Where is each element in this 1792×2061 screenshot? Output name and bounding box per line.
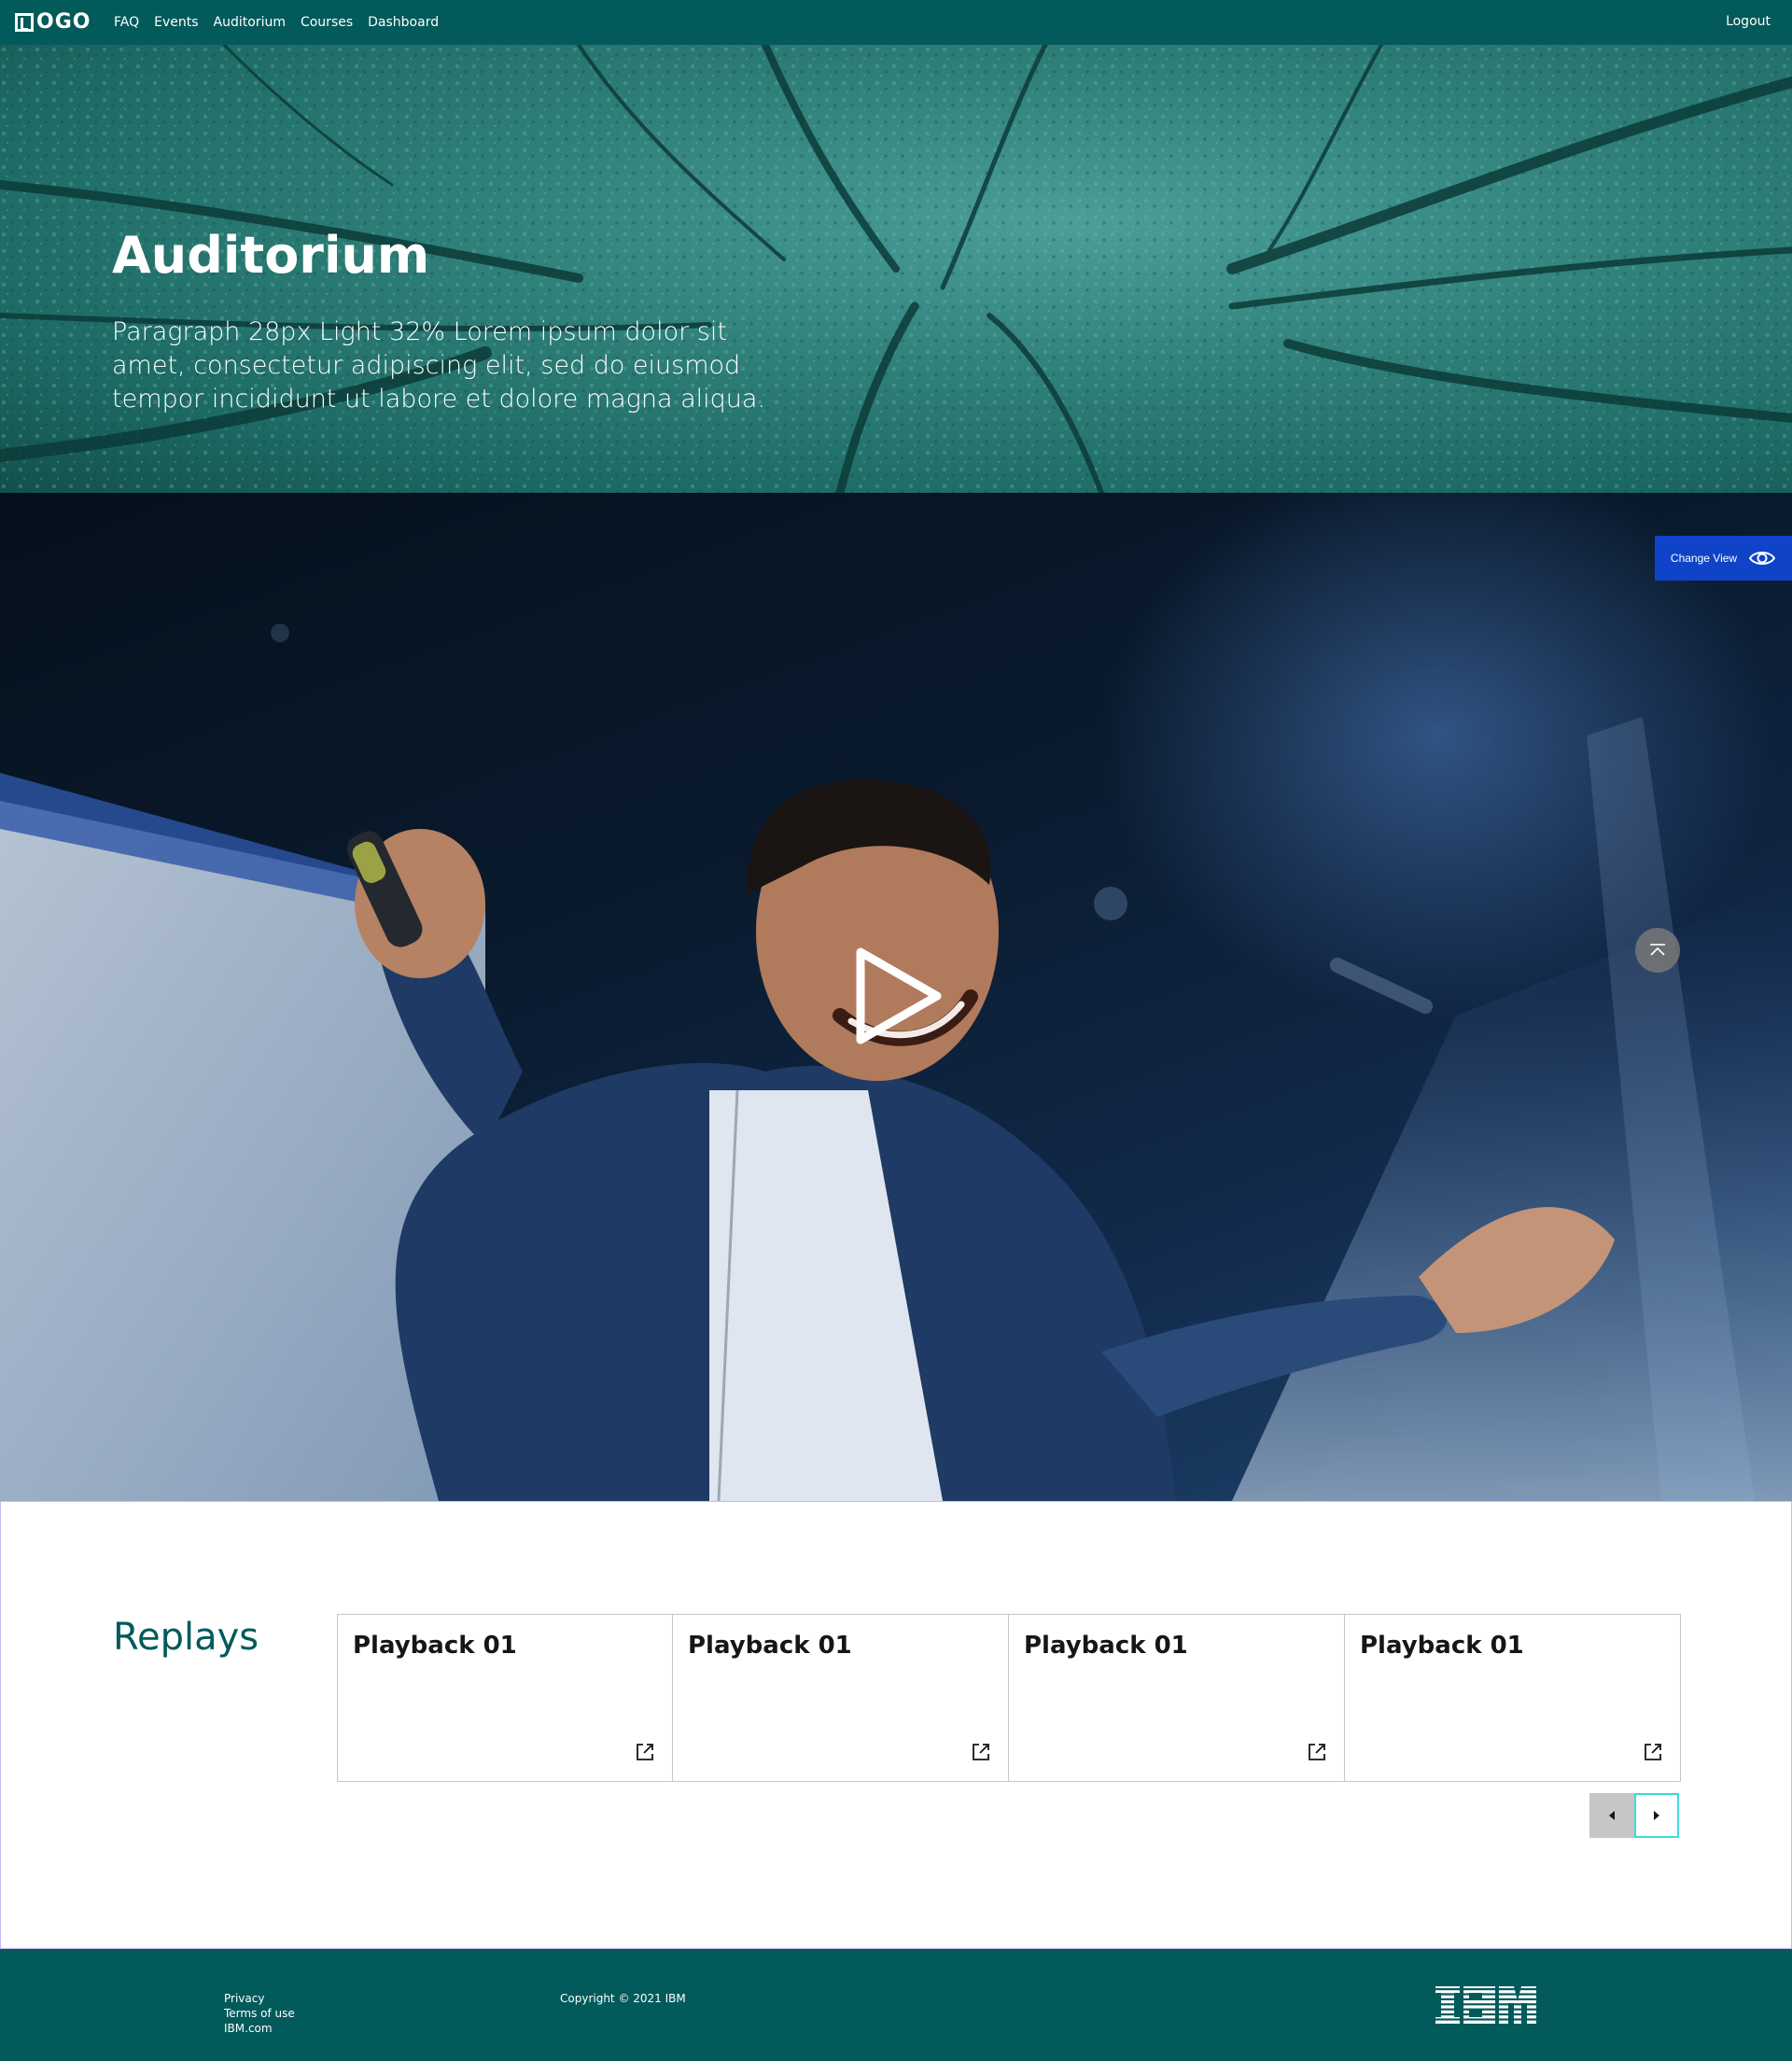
replay-card-title: Playback 01 [353,1632,517,1660]
footer-links: Privacy Terms of use IBM.com [224,1992,295,2035]
site-logo[interactable]: OGO [15,11,91,34]
change-view-label: Change View [1670,552,1738,565]
replays-section: Replays Playback 01 Playback 01 Playback… [0,1501,1792,1949]
footer-link-privacy[interactable]: Privacy [224,1992,295,2005]
replays-pager [1589,1793,1679,1838]
play-button[interactable] [844,945,946,1047]
scroll-to-top-button[interactable] [1635,928,1680,973]
main-nav: FAQ Events Auditorium Courses Dashboard [114,0,439,45]
video-player[interactable]: Change View [0,493,1792,1501]
replay-card[interactable]: Playback 01 [1345,1614,1681,1782]
nav-link-faq[interactable]: FAQ [114,15,139,30]
footer-link-ibm[interactable]: IBM.com [224,2022,295,2035]
logo-mark-icon [15,13,34,32]
external-link-icon [973,1744,989,1760]
change-view-button[interactable]: Change View [1655,536,1792,581]
page-title: Auditorium [112,226,430,285]
replays-heading: Replays [113,1616,259,1659]
replay-card-title: Playback 01 [1360,1632,1524,1660]
replay-card[interactable]: Playback 01 [337,1614,673,1782]
eye-icon [1748,552,1776,565]
external-link-icon [637,1744,653,1760]
external-link-icon [1309,1744,1325,1760]
footer-link-terms[interactable]: Terms of use [224,2007,295,2020]
logo-text: OGO [36,10,91,34]
replay-card-list: Playback 01 Playback 01 Playback 01 Play… [337,1614,1681,1782]
logout-link[interactable]: Logout [1726,14,1771,29]
site-footer: Privacy Terms of use IBM.com Copyright ©… [0,1949,1792,2061]
nav-link-courses[interactable]: Courses [301,15,353,30]
top-navigation: OGO FAQ Events Auditorium Courses Dashbo… [0,0,1792,45]
replay-card-title: Playback 01 [1024,1632,1188,1660]
nav-link-dashboard[interactable]: Dashboard [368,15,439,30]
copyright-text: Copyright © 2021 IBM [560,1992,686,2005]
nav-link-events[interactable]: Events [154,15,198,30]
caret-right-icon [1654,1811,1659,1820]
ibm-logo [1435,1986,1536,2024]
next-page-button[interactable] [1634,1793,1679,1838]
replay-card[interactable]: Playback 01 [1009,1614,1345,1782]
replay-card[interactable]: Playback 01 [673,1614,1009,1782]
replay-card-title: Playback 01 [688,1632,852,1660]
hero-banner: Auditorium Paragraph 28px Light 32% Lore… [0,45,1792,493]
play-icon [856,947,942,1045]
nav-link-auditorium[interactable]: Auditorium [214,15,286,30]
hero-paragraph: Paragraph 28px Light 32% Lorem ipsum dol… [112,317,766,414]
caret-left-icon [1609,1811,1615,1820]
previous-page-button[interactable] [1589,1793,1634,1838]
external-link-icon [1645,1744,1661,1760]
scroll-to-top-icon [1650,944,1665,956]
